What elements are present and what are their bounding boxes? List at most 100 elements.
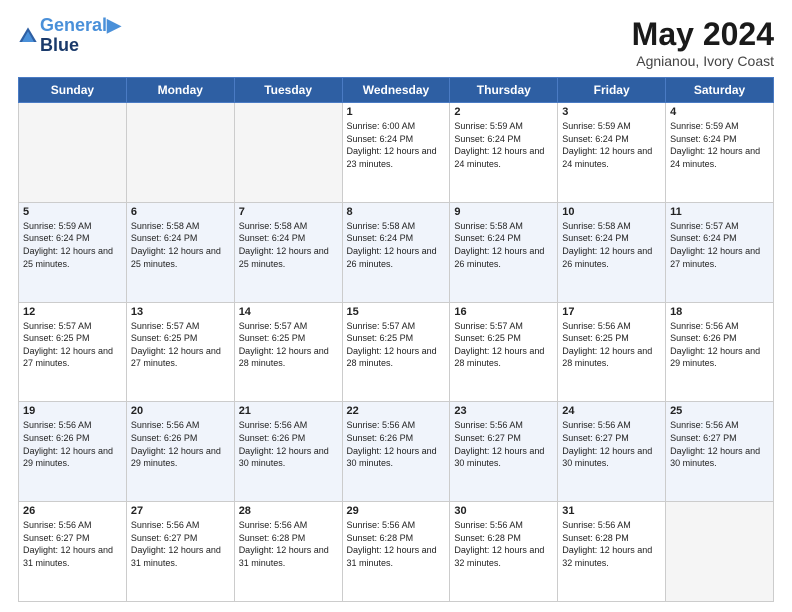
- calendar-cell: [19, 103, 127, 203]
- day-info: Sunrise: 5:58 AM Sunset: 6:24 PM Dayligh…: [131, 220, 230, 270]
- calendar-cell: 13 Sunrise: 5:57 AM Sunset: 6:25 PM Dayli…: [126, 302, 234, 402]
- calendar-week-1: 1 Sunrise: 6:00 AM Sunset: 6:24 PM Daylig…: [19, 103, 774, 203]
- day-number: 5: [23, 206, 122, 218]
- calendar-week-3: 12 Sunrise: 5:57 AM Sunset: 6:25 PM Dayli…: [19, 302, 774, 402]
- calendar-cell: 26 Sunrise: 5:56 AM Sunset: 6:27 PM Dayli…: [19, 502, 127, 602]
- logo-icon: [18, 26, 38, 46]
- day-number: 11: [670, 206, 769, 218]
- header-tuesday: Tuesday: [234, 78, 342, 103]
- calendar-cell: 10Sunrise: 5:58 AM Sunset: 6:24 PM Dayli…: [558, 202, 666, 302]
- calendar-cell: 2 Sunrise: 5:59 AM Sunset: 6:24 PM Daylig…: [450, 103, 558, 203]
- calendar-cell: 11 Sunrise: 5:57 AM Sunset: 6:24 PM Dayli…: [666, 202, 774, 302]
- day-info: Sunrise: 5:57 AM Sunset: 6:25 PM Dayligh…: [454, 320, 553, 370]
- day-info: Sunrise: 5:57 AM Sunset: 6:25 PM Dayligh…: [23, 320, 122, 370]
- day-number: 15: [347, 306, 446, 318]
- day-number: 18: [670, 306, 769, 318]
- calendar-cell: 27Sunrise: 5:56 AM Sunset: 6:27 PM Dayli…: [126, 502, 234, 602]
- calendar-cell: 8 Sunrise: 5:58 AM Sunset: 6:24 PM Daylig…: [342, 202, 450, 302]
- day-info: Sunrise: 5:58 AM Sunset: 6:24 PM Dayligh…: [562, 220, 661, 270]
- calendar-cell: 16 Sunrise: 5:57 AM Sunset: 6:25 PM Dayli…: [450, 302, 558, 402]
- calendar-cell: 5Sunrise: 5:59 AM Sunset: 6:24 PM Daylig…: [19, 202, 127, 302]
- calendar-cell: 19 Sunrise: 5:56 AM Sunset: 6:26 PM Dayli…: [19, 402, 127, 502]
- calendar-cell: 3 Sunrise: 5:59 AM Sunset: 6:24 PM Daylig…: [558, 103, 666, 203]
- day-info: Sunrise: 5:56 AM Sunset: 6:28 PM Dayligh…: [562, 519, 661, 569]
- calendar-week-2: 5Sunrise: 5:59 AM Sunset: 6:24 PM Daylig…: [19, 202, 774, 302]
- day-info: Sunrise: 5:56 AM Sunset: 6:26 PM Dayligh…: [239, 419, 338, 469]
- day-info: Sunrise: 5:59 AM Sunset: 6:24 PM Dayligh…: [454, 120, 553, 170]
- day-number: 23: [454, 405, 553, 417]
- calendar-cell: 1 Sunrise: 6:00 AM Sunset: 6:24 PM Daylig…: [342, 103, 450, 203]
- logo-general: General: [40, 15, 107, 35]
- logo: General▶ Blue: [18, 16, 121, 56]
- header-monday: Monday: [126, 78, 234, 103]
- calendar-cell: 12 Sunrise: 5:57 AM Sunset: 6:25 PM Dayli…: [19, 302, 127, 402]
- day-number: 3: [562, 106, 661, 118]
- day-info: Sunrise: 5:59 AM Sunset: 6:24 PM Dayligh…: [670, 120, 769, 170]
- calendar-cell: 9Sunrise: 5:58 AM Sunset: 6:24 PM Daylig…: [450, 202, 558, 302]
- calendar-cell: 20 Sunrise: 5:56 AM Sunset: 6:26 PM Dayli…: [126, 402, 234, 502]
- title-location: Agnianou, Ivory Coast: [632, 53, 774, 69]
- calendar-week-4: 19 Sunrise: 5:56 AM Sunset: 6:26 PM Dayli…: [19, 402, 774, 502]
- day-number: 16: [454, 306, 553, 318]
- day-number: 25: [670, 405, 769, 417]
- calendar-cell: 25 Sunrise: 5:56 AM Sunset: 6:27 PM Dayli…: [666, 402, 774, 502]
- day-info: Sunrise: 6:00 AM Sunset: 6:24 PM Dayligh…: [347, 120, 446, 170]
- day-number: 17: [562, 306, 661, 318]
- day-number: 22: [347, 405, 446, 417]
- day-info: Sunrise: 5:56 AM Sunset: 6:28 PM Dayligh…: [239, 519, 338, 569]
- day-info: Sunrise: 5:58 AM Sunset: 6:24 PM Dayligh…: [347, 220, 446, 270]
- day-info: Sunrise: 5:57 AM Sunset: 6:25 PM Dayligh…: [239, 320, 338, 370]
- day-info: Sunrise: 5:56 AM Sunset: 6:26 PM Dayligh…: [347, 419, 446, 469]
- day-info: Sunrise: 5:56 AM Sunset: 6:28 PM Dayligh…: [454, 519, 553, 569]
- page: General▶ Blue May 2024 Agnianou, Ivory C…: [0, 0, 792, 612]
- calendar-cell: 6 Sunrise: 5:58 AM Sunset: 6:24 PM Daylig…: [126, 202, 234, 302]
- calendar-cell: [234, 103, 342, 203]
- day-number: 1: [347, 106, 446, 118]
- day-info: Sunrise: 5:56 AM Sunset: 6:26 PM Dayligh…: [670, 320, 769, 370]
- calendar-cell: 24Sunrise: 5:56 AM Sunset: 6:27 PM Dayli…: [558, 402, 666, 502]
- day-number: 30: [454, 505, 553, 517]
- day-number: 2: [454, 106, 553, 118]
- day-number: 13: [131, 306, 230, 318]
- day-number: 31: [562, 505, 661, 517]
- day-info: Sunrise: 5:56 AM Sunset: 6:27 PM Dayligh…: [454, 419, 553, 469]
- day-number: 20: [131, 405, 230, 417]
- logo-text: General▶ Blue: [40, 16, 121, 56]
- calendar-cell: 4 Sunrise: 5:59 AM Sunset: 6:24 PM Daylig…: [666, 103, 774, 203]
- calendar-cell: [666, 502, 774, 602]
- calendar-cell: [126, 103, 234, 203]
- calendar-cell: 30 Sunrise: 5:56 AM Sunset: 6:28 PM Dayli…: [450, 502, 558, 602]
- day-number: 4: [670, 106, 769, 118]
- day-info: Sunrise: 5:56 AM Sunset: 6:27 PM Dayligh…: [23, 519, 122, 569]
- header-friday: Friday: [558, 78, 666, 103]
- day-info: Sunrise: 5:56 AM Sunset: 6:26 PM Dayligh…: [23, 419, 122, 469]
- day-number: 26: [23, 505, 122, 517]
- day-number: 28: [239, 505, 338, 517]
- day-number: 29: [347, 505, 446, 517]
- day-info: Sunrise: 5:57 AM Sunset: 6:25 PM Dayligh…: [347, 320, 446, 370]
- calendar-table: Sunday Monday Tuesday Wednesday Thursday…: [18, 77, 774, 602]
- header-sunday: Sunday: [19, 78, 127, 103]
- calendar-cell: 7Sunrise: 5:58 AM Sunset: 6:24 PM Daylig…: [234, 202, 342, 302]
- day-info: Sunrise: 5:59 AM Sunset: 6:24 PM Dayligh…: [562, 120, 661, 170]
- day-number: 8: [347, 206, 446, 218]
- day-info: Sunrise: 5:56 AM Sunset: 6:27 PM Dayligh…: [670, 419, 769, 469]
- day-number: 6: [131, 206, 230, 218]
- day-number: 21: [239, 405, 338, 417]
- day-number: 14: [239, 306, 338, 318]
- calendar-cell: 28 Sunrise: 5:56 AM Sunset: 6:28 PM Dayli…: [234, 502, 342, 602]
- title-month: May 2024: [632, 16, 774, 53]
- header: General▶ Blue May 2024 Agnianou, Ivory C…: [18, 16, 774, 69]
- calendar-cell: 31 Sunrise: 5:56 AM Sunset: 6:28 PM Dayli…: [558, 502, 666, 602]
- calendar-cell: 14 Sunrise: 5:57 AM Sunset: 6:25 PM Dayli…: [234, 302, 342, 402]
- day-info: Sunrise: 5:56 AM Sunset: 6:26 PM Dayligh…: [131, 419, 230, 469]
- calendar-cell: 15 Sunrise: 5:57 AM Sunset: 6:25 PM Dayli…: [342, 302, 450, 402]
- day-number: 19: [23, 405, 122, 417]
- calendar-header-row: Sunday Monday Tuesday Wednesday Thursday…: [19, 78, 774, 103]
- calendar-cell: 17Sunrise: 5:56 AM Sunset: 6:25 PM Dayli…: [558, 302, 666, 402]
- day-number: 12: [23, 306, 122, 318]
- calendar-week-5: 26 Sunrise: 5:56 AM Sunset: 6:27 PM Dayli…: [19, 502, 774, 602]
- title-block: May 2024 Agnianou, Ivory Coast: [632, 16, 774, 69]
- day-info: Sunrise: 5:57 AM Sunset: 6:25 PM Dayligh…: [131, 320, 230, 370]
- day-info: Sunrise: 5:57 AM Sunset: 6:24 PM Dayligh…: [670, 220, 769, 270]
